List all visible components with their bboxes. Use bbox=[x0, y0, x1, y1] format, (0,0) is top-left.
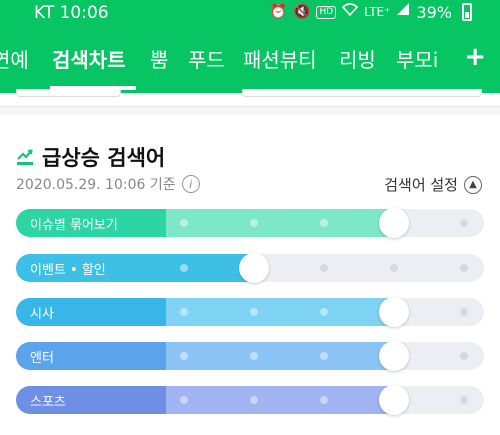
topic-slider[interactable]: 이슈별 묶어보기 bbox=[16, 208, 484, 238]
carrier-time: KT 10:06 bbox=[34, 3, 109, 23]
tab-food[interactable]: 푸드 bbox=[188, 44, 225, 73]
slider-knob[interactable] bbox=[379, 297, 409, 327]
slider-step-dot[interactable] bbox=[320, 264, 328, 272]
slider-label: 이슈별 묶어보기 bbox=[30, 218, 118, 233]
status-icons: ⏰ 🔇 HD LTE⁺ 39% bbox=[270, 2, 472, 22]
slider-label: 이벤트 • 할인 bbox=[30, 263, 106, 278]
mute-icon: 🔇 bbox=[293, 4, 311, 20]
wifi-icon bbox=[342, 2, 359, 22]
slider-step-dot[interactable] bbox=[180, 219, 188, 227]
signal-icon bbox=[396, 2, 410, 22]
tab-entertainment[interactable]: 연예 bbox=[0, 44, 29, 73]
topic-slider[interactable]: 이벤트 • 할인 bbox=[16, 253, 484, 283]
slider-label: 엔터 bbox=[30, 351, 54, 366]
keyword-setting-label: 검색어 설정 bbox=[384, 176, 458, 194]
app-header: KT 10:06 ⏰ 🔇 HD LTE⁺ 39% 연예 검색차트 뿜 푸드 패션… bbox=[0, 0, 500, 93]
slider-step-dot[interactable] bbox=[320, 308, 328, 316]
slider-label: 스포츠 bbox=[30, 395, 66, 410]
trending-up-icon bbox=[16, 148, 34, 166]
topic-slider[interactable]: 엔터 bbox=[16, 341, 484, 371]
slider-step-dot[interactable] bbox=[390, 264, 398, 272]
slider-step-dot[interactable] bbox=[460, 308, 468, 316]
network-type: LTE⁺ bbox=[364, 5, 391, 19]
slider-step-dot[interactable] bbox=[460, 264, 468, 272]
slider-step-dot[interactable] bbox=[180, 352, 188, 360]
section-header: 급상승 검색어 bbox=[16, 142, 165, 172]
add-tab-button[interactable]: + bbox=[464, 44, 486, 70]
status-bar: KT 10:06 ⏰ 🔇 HD LTE⁺ 39% bbox=[0, 0, 500, 26]
keyword-setting-button[interactable]: 검색어 설정 ▲ bbox=[384, 174, 482, 195]
slider-knob[interactable] bbox=[239, 253, 269, 283]
tab-parenting[interactable]: 부모i bbox=[396, 44, 438, 73]
slider-step-dot[interactable] bbox=[320, 396, 328, 404]
previous-card-button[interactable] bbox=[16, 89, 121, 97]
slider-step-dot[interactable] bbox=[460, 352, 468, 360]
chevron-up-icon: ▲ bbox=[464, 175, 482, 194]
hd-icon: HD bbox=[316, 5, 337, 19]
tab-ppum[interactable]: 뿜 bbox=[150, 44, 168, 73]
slider-step-dot[interactable] bbox=[180, 264, 188, 272]
alarm-icon: ⏰ bbox=[269, 4, 288, 20]
timestamp: 2020.05.29. 10:06 기준 bbox=[16, 177, 176, 193]
slider-label: 시사 bbox=[30, 307, 54, 322]
slider-knob[interactable] bbox=[379, 385, 409, 415]
battery-percent: 39% bbox=[416, 2, 452, 22]
tab-fashion-beauty[interactable]: 패션뷰티 bbox=[243, 44, 317, 73]
slider-step-dot[interactable] bbox=[320, 219, 328, 227]
slider-step-dot[interactable] bbox=[460, 219, 468, 227]
tab-search-chart[interactable]: 검색차트 bbox=[52, 44, 126, 73]
slider-step-dot[interactable] bbox=[180, 308, 188, 316]
slider-fill bbox=[16, 298, 408, 326]
slider-knob[interactable] bbox=[379, 208, 409, 238]
slider-step-dot[interactable] bbox=[320, 352, 328, 360]
slider-knob[interactable] bbox=[379, 341, 409, 371]
info-icon[interactable]: i bbox=[181, 175, 200, 193]
slider-fill bbox=[16, 342, 408, 370]
tab-living[interactable]: 리빙 bbox=[339, 44, 376, 73]
topic-slider[interactable]: 스포츠 bbox=[16, 385, 484, 415]
slider-step-dot[interactable] bbox=[250, 308, 258, 316]
slider-step-dot[interactable] bbox=[250, 396, 258, 404]
slider-step-dot[interactable] bbox=[250, 219, 258, 227]
section-title: 급상승 검색어 bbox=[42, 146, 166, 170]
slider-step-dot[interactable] bbox=[250, 352, 258, 360]
slider-step-dot[interactable] bbox=[180, 396, 188, 404]
slider-fill bbox=[16, 386, 408, 414]
topic-slider[interactable]: 시사 bbox=[16, 297, 484, 327]
battery-icon bbox=[462, 3, 472, 21]
category-tabs: 연예 검색차트 뿜 푸드 패션뷰티 리빙 부모i + bbox=[0, 36, 500, 90]
previous-card-button[interactable] bbox=[242, 89, 482, 97]
slider-step-dot[interactable] bbox=[460, 396, 468, 404]
timestamp-row: 2020.05.29. 10:06 기준 i bbox=[16, 174, 200, 194]
